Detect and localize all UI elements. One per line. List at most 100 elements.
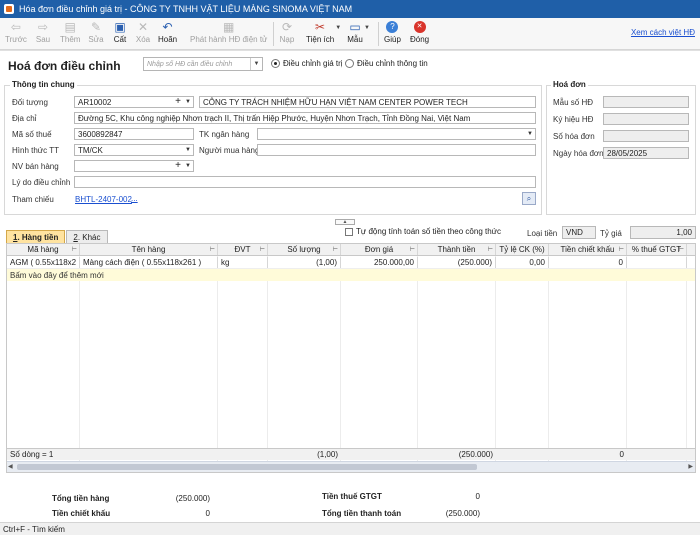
total-payment-label: Tổng tiền thanh toán: [322, 509, 402, 518]
radio-adjust-info[interactable]: Điều chỉnh thông tin: [345, 59, 428, 68]
template-button[interactable]: ▭ Mẫu ▼: [347, 20, 370, 48]
row-vat-rate[interactable]: [627, 257, 687, 268]
add-new-row[interactable]: Bấm vào đây để thêm mới: [7, 269, 695, 281]
chevron-down-icon[interactable]: ▼: [183, 145, 193, 155]
close-button[interactable]: ✕ Đóng: [410, 20, 429, 48]
pin-icon: ⊢: [618, 247, 624, 253]
address-field[interactable]: Đường 5C, Khu công nghiệp Nhơn trạch II,…: [74, 112, 536, 124]
row-amount[interactable]: (250.000): [418, 257, 496, 268]
window-titlebar: Hóa đơn điều chỉnh giá trị - CÔNG TY TNH…: [0, 0, 700, 18]
row-item-code[interactable]: AGM ( 0.55x118x2: [7, 257, 80, 268]
tab-other[interactable]: 2. Khác: [66, 230, 108, 243]
tab-goods[interactable]: 1. Hàng tiền: [6, 230, 66, 243]
reference-search-button[interactable]: ⌕: [522, 192, 536, 205]
tax-code-field[interactable]: 3600892847: [74, 128, 194, 140]
footer-amount: (250.000): [458, 450, 493, 459]
status-hint: Ctrl+F - Tìm kiếm: [3, 524, 65, 534]
column-header[interactable]: Tiền chiết khấu ⊢: [549, 244, 627, 255]
undo-button[interactable]: ↶ Hoãn: [158, 20, 177, 48]
row-unit-price[interactable]: 250.000,00: [341, 257, 418, 268]
bank-account-label: TK ngân hàng: [199, 130, 250, 139]
exchange-rate-field: 1,00: [630, 226, 696, 239]
row-discount-amount[interactable]: 0: [549, 257, 627, 268]
object-label: Đối tượng: [12, 98, 48, 107]
column-header[interactable]: Tên hàng ⊢: [80, 244, 218, 255]
reason-field[interactable]: [74, 176, 536, 188]
next-button[interactable]: ⇨ Sau: [35, 20, 51, 48]
chevron-down-icon[interactable]: ▼: [183, 161, 193, 171]
reference-link[interactable]: BHTL-2407-002: [75, 195, 132, 204]
grid-divider: [267, 256, 268, 461]
reference-more-link[interactable]: ...: [131, 194, 138, 203]
scrollbar-thumb[interactable]: [17, 464, 477, 470]
pin-icon: ⊢: [678, 247, 684, 253]
total-goods-label: Tổng tiền hàng: [52, 494, 110, 503]
grid-divider: [79, 256, 80, 461]
payment-method-field[interactable]: TM/CK ▼: [74, 144, 194, 156]
grid-header: Mã hàng ⊢ Tên hàng ⊢ ĐVT ⊢ Số lượng ⊢ Đơn gi…: [7, 244, 695, 256]
scroll-right-icon[interactable]: ▶: [688, 463, 693, 470]
chevron-down-icon[interactable]: ▼: [525, 129, 535, 139]
column-header[interactable]: % thuế GTGT ⊢: [627, 244, 687, 255]
row-quantity[interactable]: (1,00): [268, 257, 341, 268]
collapse-panel-toggle[interactable]: ▲: [335, 219, 355, 225]
prev-button[interactable]: ⇦ Trước: [5, 20, 27, 48]
save-icon: ▣: [114, 20, 126, 34]
row-item-name[interactable]: Màng cách điện ( 0.55x118x261 ): [80, 257, 218, 268]
undo-icon: ↶: [162, 20, 173, 34]
load-button[interactable]: ⟳ Nạp: [279, 20, 295, 48]
grid-divider: [548, 256, 549, 461]
sales-staff-field[interactable]: + ▼: [74, 160, 194, 172]
plus-icon[interactable]: +: [175, 97, 181, 107]
object-name-field[interactable]: CÔNG TY TRÁCH NHIỆM HỮU HẠN VIỆT NAM CEN…: [199, 96, 536, 108]
add-button[interactable]: ▤ Thêm: [60, 20, 80, 48]
footer-quantity: (1,00): [317, 450, 338, 459]
column-header[interactable]: Thành tiền ⊢: [418, 244, 496, 255]
general-info-title: Thông tin chung: [10, 80, 77, 89]
invoice-date-label: Ngày hóa đơn: [553, 149, 604, 158]
publish-einvoice-button[interactable]: ▦ Phát hành HĐ điện tử: [190, 20, 267, 48]
plus-icon[interactable]: +: [175, 161, 181, 171]
edit-button[interactable]: ✎ Sửa: [88, 20, 104, 48]
pin-icon: ⊢: [259, 247, 265, 253]
chevron-down-icon[interactable]: ▼: [183, 97, 193, 107]
status-bar: Ctrl+F - Tìm kiếm: [0, 522, 700, 535]
magnifier-icon: ⌕: [526, 193, 532, 203]
help-icon: ?: [384, 20, 400, 34]
row-discount-rate[interactable]: 0,00: [496, 257, 549, 268]
einvoice-icon: ▦: [223, 20, 235, 34]
save-button[interactable]: ▣ Cất: [112, 20, 128, 48]
grid-divider: [340, 256, 341, 461]
radio-selected-icon: [271, 59, 280, 68]
column-header[interactable]: Đơn giá ⊢: [341, 244, 418, 255]
template-icon: ▭: [349, 20, 361, 34]
help-link[interactable]: Xem cách việt HĐ: [631, 28, 695, 37]
auto-calc-checkbox[interactable]: Tự động tính toán số tiền theo công thức: [345, 227, 501, 236]
bank-account-field[interactable]: ▼: [257, 128, 536, 140]
scroll-left-icon[interactable]: ◀: [8, 463, 13, 470]
buyer-field[interactable]: [257, 144, 536, 156]
column-header[interactable]: Tỷ lệ CK (%): [496, 244, 549, 255]
tax-code-label: Mã số thuế: [12, 130, 52, 139]
horizontal-scrollbar[interactable]: ◀ ▶: [7, 461, 695, 472]
row-unit[interactable]: kg: [218, 257, 268, 268]
column-header[interactable]: ĐVT ⊢: [218, 244, 268, 255]
table-row[interactable]: AGM ( 0.55x118x2 Màng cách điện ( 0.55x1…: [7, 257, 695, 269]
total-vat-value: 0: [475, 492, 480, 501]
chevron-down-icon[interactable]: ▼: [250, 58, 262, 70]
delete-button[interactable]: ✕ Xóa: [135, 20, 151, 48]
invoice-date-field: 28/05/2025: [603, 147, 689, 159]
invoice-number-label: Số hóa đơn: [553, 132, 595, 141]
delete-icon: ✕: [137, 20, 149, 34]
column-header[interactable]: Mã hàng ⊢: [7, 244, 80, 255]
column-header[interactable]: Số lượng ⊢: [268, 244, 341, 255]
footer-discount: 0: [619, 450, 624, 459]
help-button[interactable]: ? Giúp: [384, 20, 401, 48]
radio-adjust-value[interactable]: Điều chỉnh giá trị: [271, 59, 343, 68]
utility-button[interactable]: ✂ Tiện ích ▼: [306, 20, 341, 48]
pin-icon: ⊢: [209, 247, 215, 253]
object-code-field[interactable]: AR10002 + ▼: [74, 96, 194, 108]
arrow-right-icon: ⇨: [37, 20, 49, 34]
invoice-search-input[interactable]: Nhập số HĐ cần điều chỉnh ▼: [143, 57, 263, 71]
grid-divider: [495, 256, 496, 461]
